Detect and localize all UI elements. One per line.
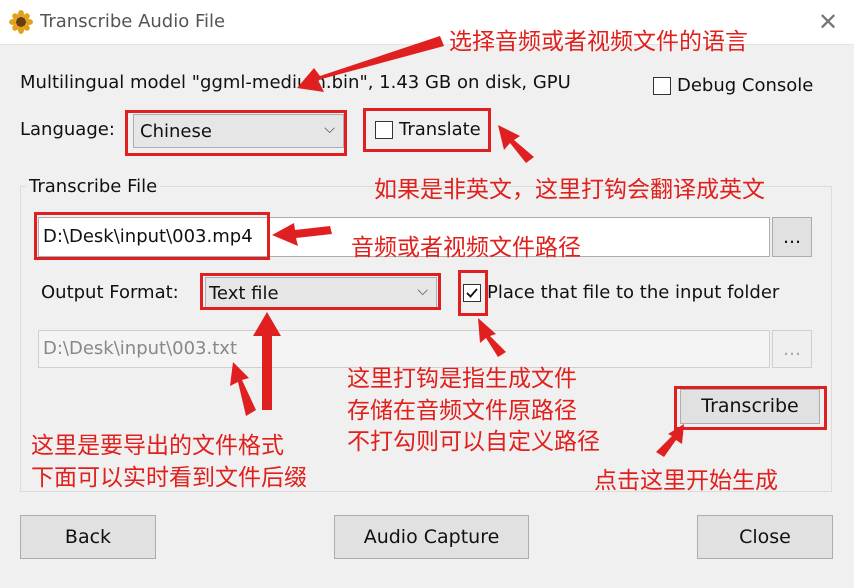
input-path-annotation: 音频或者视频文件路径: [351, 235, 581, 261]
language-annotation: 选择音频或者视频文件的语言: [449, 29, 748, 55]
transcribe-annotation: 点击这里开始生成: [594, 468, 778, 494]
arrow-to-transcribe: [656, 424, 684, 457]
translate-annotation: 如果是非英文，这里打钩会翻译成英文: [374, 177, 765, 203]
annotation-arrows: [230, 36, 684, 457]
arrow-to-place-checkbox: [478, 318, 506, 357]
format-annotation-line-2: 下面可以实时看到文件后缀: [31, 465, 307, 491]
arrow-to-output-path: [230, 362, 256, 416]
format-annotation-line-1: 这里是要导出的文件格式: [31, 433, 284, 459]
arrow-to-input-path: [272, 223, 332, 246]
place-annotation-line-2: 存储在音频文件原路径: [347, 398, 577, 424]
arrow-to-translate: [498, 125, 534, 163]
arrow-to-output-format: [253, 312, 281, 410]
arrow-to-language: [297, 36, 444, 92]
place-annotation-line-1: 这里打钩是指生成文件: [347, 366, 577, 392]
place-annotation-line-3: 不打勾则可以自定义路径: [347, 429, 600, 455]
